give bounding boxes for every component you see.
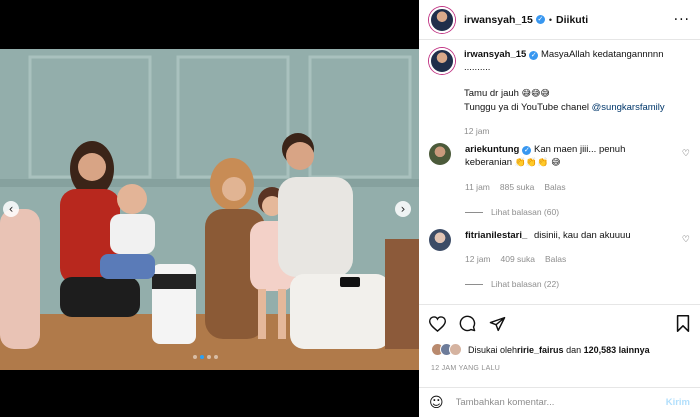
comment-like-heart-icon[interactable]: ♡ (682, 149, 690, 159)
caption-emoji: 😅😅😅 (521, 89, 550, 99)
save-bookmark-icon[interactable] (676, 315, 690, 332)
likes-middle: dan (563, 344, 584, 355)
comment-time: 12 jam (465, 254, 491, 264)
emoji-picker-icon[interactable]: ☺ (429, 395, 444, 411)
comment-emoji: 👏👏👏 😅 (514, 158, 561, 168)
share-send-icon[interactable] (489, 316, 506, 332)
likes-prefix: Disukai oleh (468, 344, 518, 355)
view-replies-label: Lihat balasan (60) (491, 207, 560, 217)
post-panel: irwansyah_15 ✓ • Diikuti ··· irwansyah_1… (419, 0, 700, 417)
actions-bar: Disukai oleh ririe_fairus dan 120,583 la… (419, 304, 700, 417)
caption-mention-link[interactable]: @sungkarsfamily (592, 102, 665, 113)
post-header: irwansyah_15 ✓ • Diikuti ··· (419, 0, 700, 40)
caption-time: 12 jam (464, 126, 490, 136)
comment-text: disinii, kau dan akuuuu (533, 230, 631, 241)
carousel-dot (214, 355, 218, 359)
post-photo[interactable] (0, 49, 419, 370)
comment-bubble-icon[interactable] (459, 315, 476, 332)
follow-status-button[interactable]: Diikuti (556, 14, 588, 26)
likes-summary: Disukai oleh ririe_fairus dan 120,583 la… (419, 332, 700, 356)
caption-line2: Tamu dr jauh (464, 88, 519, 99)
comment-reply-button[interactable]: Balas (545, 253, 566, 266)
likes-count-link[interactable]: 120,583 lainnya (584, 345, 650, 355)
author-avatar[interactable] (429, 6, 455, 33)
replies-divider (465, 283, 483, 285)
like-heart-icon[interactable] (429, 315, 446, 332)
carousel-dot (193, 355, 197, 359)
caption-avatar[interactable] (429, 48, 455, 74)
comment-username[interactable]: ariekuntung (465, 144, 519, 155)
comment-like-heart-icon[interactable]: ♡ (682, 235, 690, 245)
comment-item: fitrianilestari_ disinii, kau dan akuuuu… (429, 229, 692, 289)
carousel-dot-active (200, 355, 204, 359)
comment-username[interactable]: fitrianilestari_ (465, 230, 527, 241)
liker-avatar (449, 343, 462, 356)
comment-likes-link[interactable]: 409 suka (501, 253, 536, 266)
verified-badge-icon: ✓ (522, 146, 532, 155)
post-comment-button[interactable]: Kirim (666, 397, 690, 408)
comment-avatar[interactable] (429, 143, 451, 165)
comment-reply-button[interactable]: Balas (544, 181, 565, 194)
view-replies-label: Lihat balasan (22) (491, 279, 560, 289)
caption: irwansyah_15 ✓ MasyaAllah kedatangannnnn … (429, 48, 692, 138)
comment-time: 11 jam (465, 182, 490, 192)
caption-line3: Tunggu ya di YouTube chanel (464, 102, 592, 113)
comment-likes-link[interactable]: 885 suka (500, 181, 535, 194)
author-username[interactable]: irwansyah_15 (464, 14, 533, 26)
comment-avatar[interactable] (429, 229, 451, 251)
liker-username-link[interactable]: ririe_fairus (517, 345, 564, 355)
media-area: ‹ › (0, 0, 419, 417)
add-comment-bar: ☺ Kirim (419, 387, 700, 417)
view-replies-button[interactable]: Lihat balasan (60) (465, 207, 692, 217)
carousel-dot (207, 355, 211, 359)
previous-media-button[interactable]: ‹ (3, 201, 19, 217)
caption-username[interactable]: irwansyah_15 (464, 49, 526, 60)
comment-input[interactable] (455, 397, 666, 408)
separator: • (548, 14, 553, 25)
liker-avatars (431, 343, 462, 356)
comment-item: ariekuntung ✓ Kan maen jiii... penuh kebe… (429, 143, 692, 217)
carousel-dots (193, 355, 218, 359)
posted-ago: 12 JAM YANG LALU (431, 365, 501, 372)
replies-divider (465, 211, 483, 213)
next-media-button[interactable]: › (395, 201, 411, 217)
family-photo-illustration (0, 49, 419, 370)
action-icons (419, 305, 700, 332)
verified-badge-icon: ✓ (535, 15, 545, 24)
verified-badge-icon: ✓ (529, 51, 539, 60)
more-options-icon[interactable]: ··· (674, 12, 690, 28)
view-replies-button[interactable]: Lihat balasan (22) (465, 279, 692, 289)
